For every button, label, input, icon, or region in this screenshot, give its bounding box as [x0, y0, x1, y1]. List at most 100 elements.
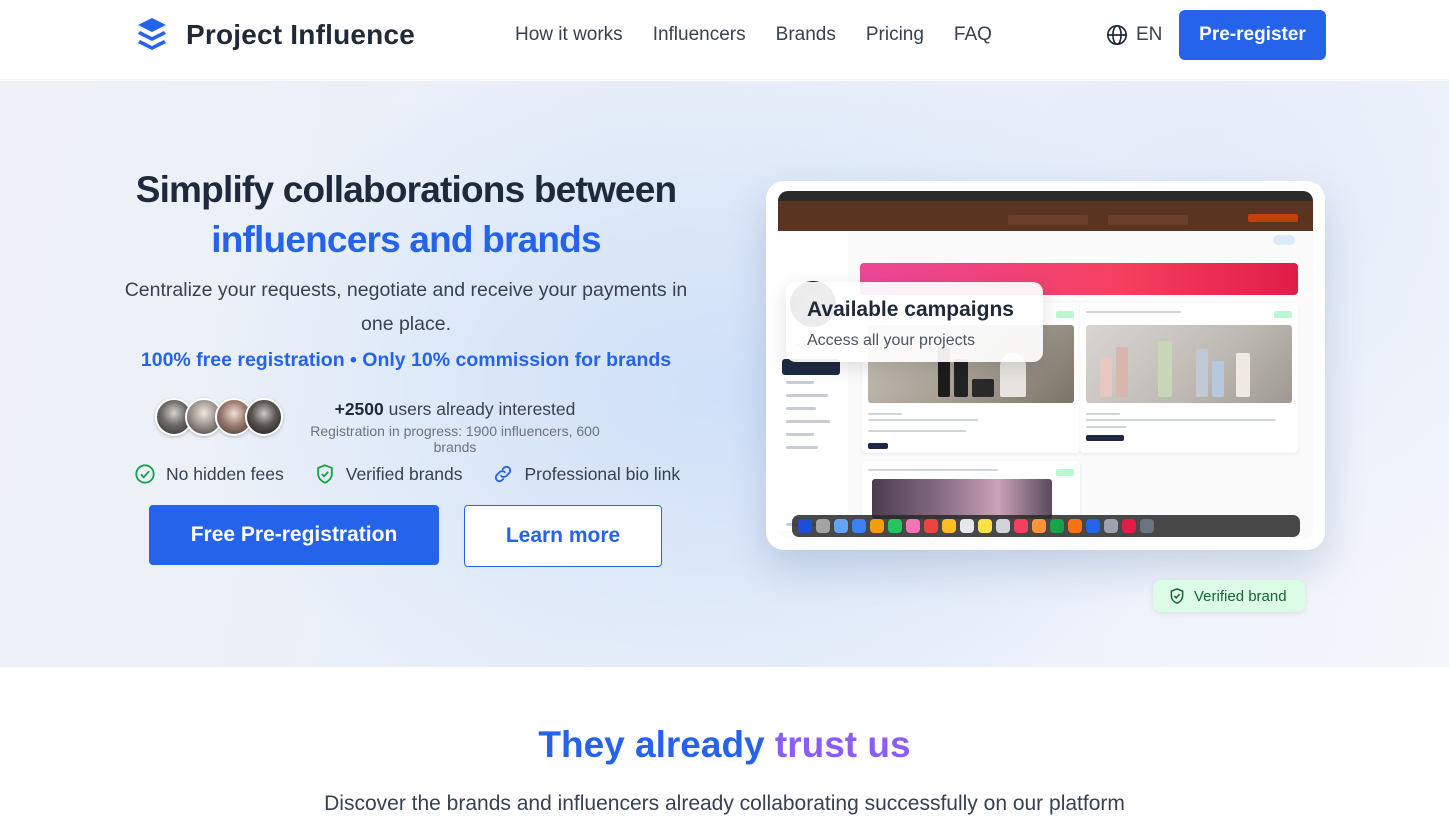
- user-avatars: [155, 398, 283, 436]
- campaign-image: [1086, 325, 1292, 403]
- shield-check-icon: [1170, 588, 1184, 604]
- pre-register-button[interactable]: Pre-register: [1179, 10, 1326, 60]
- sidebar-line: [786, 381, 814, 384]
- dock-icon: [978, 519, 992, 533]
- verified-brand-label: Verified brand: [1194, 587, 1287, 605]
- trust-title-part3: us: [867, 724, 911, 765]
- browser-tab: [1008, 215, 1088, 225]
- dock-icon: [1086, 519, 1100, 533]
- feature-label: Verified brands: [345, 463, 463, 484]
- feature-list: No hidden fees Verified brands Professio…: [134, 463, 680, 485]
- card-line: [868, 419, 978, 421]
- nav-link-influencers[interactable]: Influencers: [653, 24, 746, 46]
- product-shape: [954, 359, 968, 397]
- trust-section-subtitle: Discover the brands and influencers alre…: [324, 792, 1125, 815]
- dock-icon: [942, 519, 956, 533]
- feature-verified-brands: Verified brands: [314, 463, 463, 485]
- brand-name: Project Influence: [186, 19, 416, 50]
- sidebar-line: [786, 433, 814, 436]
- dock-icon: [816, 519, 830, 533]
- dock-icon: [1068, 519, 1082, 533]
- free-preregistration-button[interactable]: Free Pre-registration: [149, 505, 439, 565]
- nav-link-pricing[interactable]: Pricing: [866, 24, 924, 46]
- top-navbar: Project Influence How it works Influence…: [0, 0, 1449, 80]
- status-tag: [1056, 469, 1074, 476]
- dock-icon: [1014, 519, 1028, 533]
- hero-section: Simplify collaborations between influenc…: [0, 81, 1449, 667]
- product-shape: [1158, 341, 1172, 397]
- balance-pill: [1273, 235, 1295, 245]
- card-line: [1086, 413, 1120, 415]
- product-shape: [1236, 353, 1250, 397]
- product-shape: [1196, 349, 1208, 397]
- dock-icon: [996, 519, 1010, 533]
- dock-icon: [888, 519, 902, 533]
- sidebar-line: [786, 407, 816, 410]
- nav-link-faq[interactable]: FAQ: [954, 24, 992, 46]
- hero-title-line1: Simplify collaborations between: [135, 169, 677, 210]
- nav-link-brands[interactable]: Brands: [776, 24, 836, 46]
- dock-icon: [834, 519, 848, 533]
- mac-dock: [792, 515, 1300, 537]
- available-campaigns-subtitle: Access all your projects: [807, 332, 976, 349]
- users-count: +2500: [334, 399, 384, 419]
- dock-icon: [1140, 519, 1154, 533]
- status-tag: [1274, 311, 1292, 318]
- trust-section-title: They already trust us: [0, 724, 1449, 766]
- trust-title-part1: They already: [538, 724, 765, 765]
- product-shape: [972, 379, 994, 397]
- campaign-image: [872, 479, 1052, 519]
- feature-label: Professional bio link: [524, 463, 681, 484]
- dock-icon: [852, 519, 866, 533]
- dock-icon: [798, 519, 812, 533]
- campaign-tag: [868, 443, 888, 449]
- dock-icon: [1050, 519, 1064, 533]
- dock-icon: [906, 519, 920, 533]
- browser-action: [1248, 214, 1298, 222]
- dock-icon: [1032, 519, 1046, 533]
- avatar: [245, 398, 283, 436]
- trust-title-part2: trust: [774, 724, 858, 765]
- mac-menu-bar: [778, 191, 1313, 201]
- available-campaigns-card: Available campaigns Access all your proj…: [786, 282, 1043, 362]
- campaign-card: [862, 461, 1080, 521]
- card-title-line: [1086, 311, 1181, 313]
- users-count-text: users already interested: [383, 399, 576, 419]
- language-selector[interactable]: EN: [1106, 24, 1162, 46]
- shield-check-icon: [316, 464, 333, 484]
- learn-more-button[interactable]: Learn more: [464, 505, 662, 567]
- product-shape: [1116, 347, 1128, 397]
- link-icon: [495, 465, 512, 483]
- nav-links: How it works Influencers Brands Pricing …: [515, 24, 992, 46]
- nav-link-how-it-works[interactable]: How it works: [515, 24, 623, 46]
- sidebar-line: [786, 420, 830, 423]
- dock-icon: [1122, 519, 1136, 533]
- registration-progress: Registration in progress: 1900 influence…: [310, 423, 600, 455]
- card-line: [1086, 426, 1126, 428]
- browser-tab: [1108, 215, 1188, 225]
- check-circle-icon: [135, 464, 155, 484]
- card-line: [1086, 419, 1276, 421]
- dock-icon: [870, 519, 884, 533]
- users-count-line: +2500 users already interested: [290, 399, 620, 420]
- feature-no-hidden-fees: No hidden fees: [134, 463, 284, 485]
- app-screen-preview: [778, 191, 1313, 539]
- brand-logo[interactable]: Project Influence: [136, 17, 415, 53]
- feature-label: No hidden fees: [166, 463, 284, 484]
- sidebar-line: [786, 394, 828, 397]
- interested-users: +2500 users already interested Registrat…: [290, 399, 620, 455]
- status-tag: [1056, 311, 1074, 318]
- card-line: [868, 413, 902, 415]
- language-label: EN: [1136, 24, 1163, 45]
- hero-title-line2: influencers and brands: [211, 219, 601, 260]
- verified-brand-badge: Verified brand: [1153, 580, 1305, 612]
- sidebar-line: [786, 446, 818, 449]
- card-title-line: [868, 469, 998, 471]
- available-campaigns-title: Available campaigns: [807, 298, 1014, 321]
- app-sidebar: [778, 231, 848, 531]
- card-line: [868, 430, 966, 432]
- free-registration-note: 100% free registration • Only 10% commis…: [140, 349, 672, 371]
- dock-icon: [1104, 519, 1118, 533]
- feature-bio-link: Professional bio link: [492, 463, 680, 485]
- campaign-card: [1080, 303, 1298, 453]
